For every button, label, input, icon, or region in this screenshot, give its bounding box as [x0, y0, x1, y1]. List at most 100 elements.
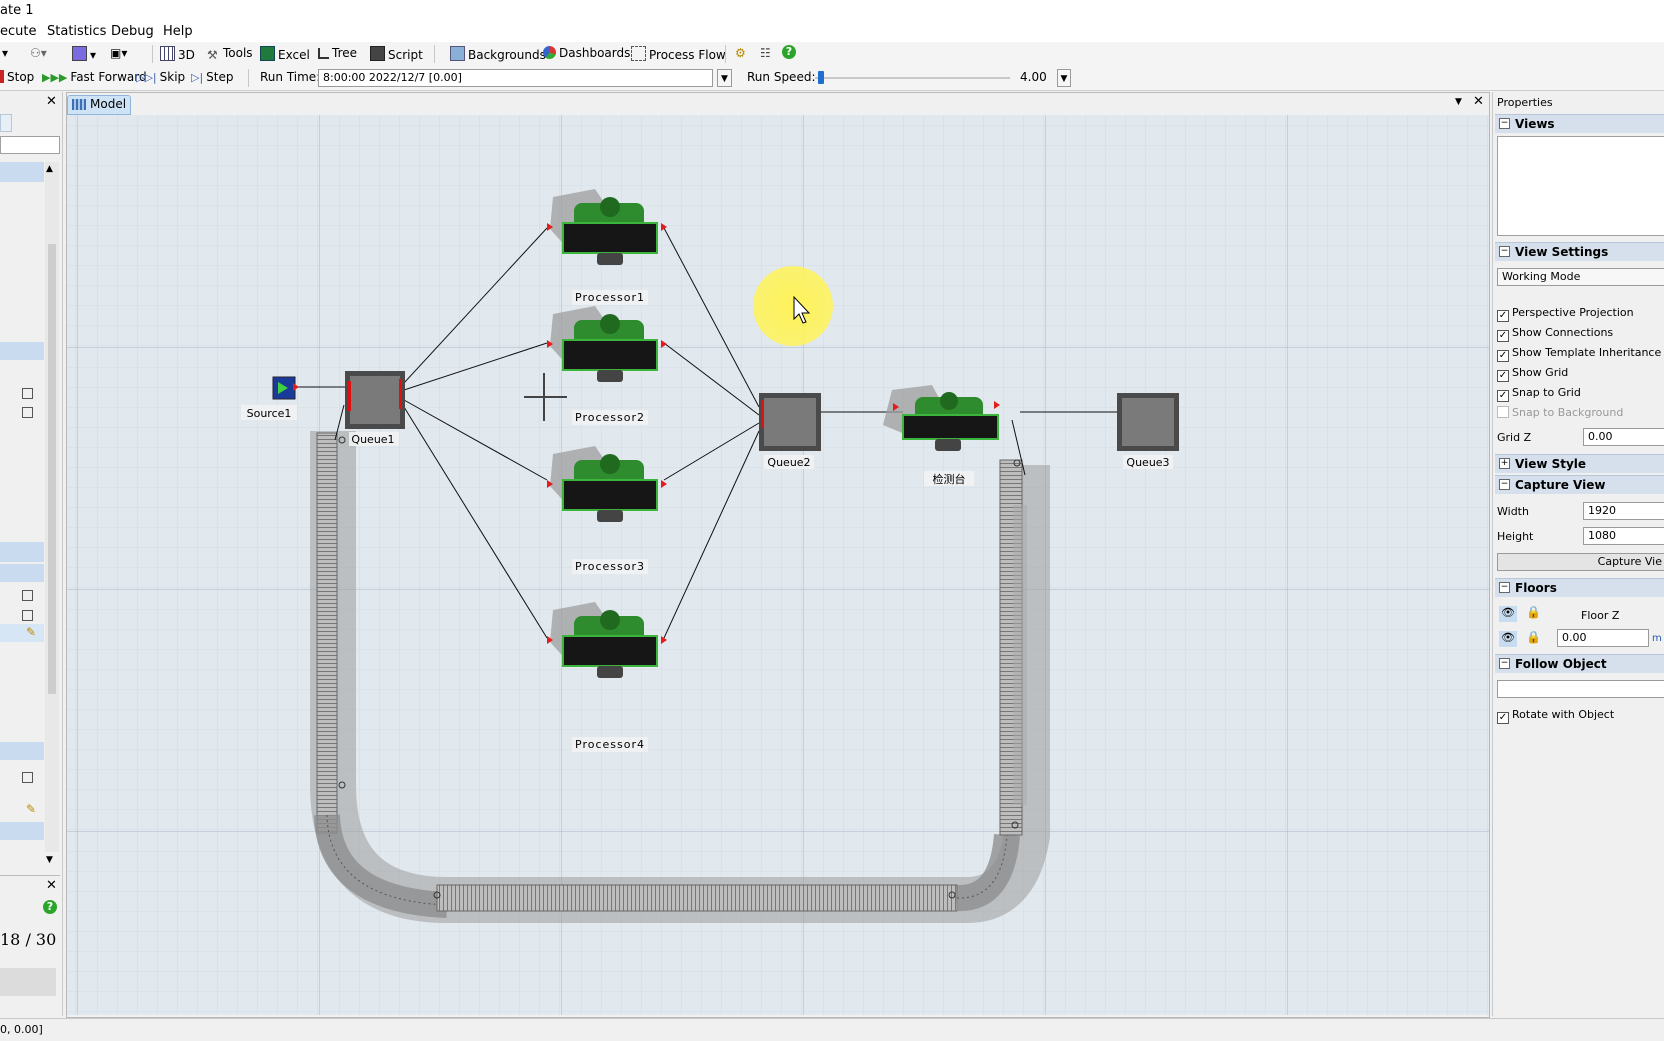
library-tab[interactable] — [0, 114, 12, 132]
library-group-header[interactable] — [0, 162, 44, 182]
views-section-header[interactable]: − Views — [1495, 114, 1664, 133]
hierarchy-icon[interactable]: ☷ — [760, 46, 771, 60]
properties-title: Properties — [1497, 96, 1553, 109]
library-item-icon[interactable] — [22, 407, 33, 418]
close-icon[interactable]: ✕ — [46, 878, 57, 893]
menu-help[interactable]: Help — [163, 24, 193, 39]
tab-dropdown-icon[interactable]: ▼ — [1455, 97, 1462, 107]
view-settings-section-header[interactable]: − View Settings — [1495, 242, 1664, 261]
run-time-field[interactable]: 8:00:00 2022/12/7 [0.00] — [318, 69, 713, 87]
stop-button[interactable]: Stop — [0, 70, 34, 84]
capture-width-input[interactable]: 1920 — [1583, 502, 1664, 520]
grid-z-label: Grid Z — [1497, 431, 1532, 444]
menu-debug[interactable]: Debug — [111, 24, 154, 39]
library-item-icon[interactable] — [22, 610, 33, 621]
floor-z-input[interactable]: 0.00 — [1557, 629, 1649, 647]
scroll-down-icon[interactable]: ▼ — [46, 855, 53, 865]
step-icon: ▷| — [191, 71, 204, 84]
gear-icon[interactable]: ⚙ — [735, 46, 746, 60]
process-flow-icon — [631, 46, 646, 61]
3d-button[interactable]: 3D — [160, 46, 195, 62]
skip-icon: ▷▷| — [136, 71, 157, 84]
library-scrollbar[interactable] — [45, 162, 59, 852]
grid-z-input[interactable]: 0.00 — [1583, 428, 1664, 446]
library-group-header[interactable] — [0, 822, 44, 840]
capture-view-section-header[interactable]: − Capture View — [1495, 475, 1664, 494]
run-speed-slider-thumb[interactable] — [817, 71, 824, 84]
color-picker-icon[interactable]: ▾ — [72, 46, 96, 62]
library-group-header[interactable] — [0, 564, 44, 582]
library-item-icon[interactable] — [22, 590, 33, 601]
excel-icon — [260, 46, 275, 61]
show-grid-checkbox[interactable]: ✓ Show Grid — [1497, 366, 1568, 382]
snap-to-background-checkbox[interactable]: Snap to Background — [1497, 406, 1623, 419]
left-panel: ✕ ✎ ✎ ▲ ▼ ✕ ? 18 / 30 — [0, 92, 63, 1016]
tools-button[interactable]: ⚒ Tools — [207, 46, 253, 62]
run-time-label: Run Time: — [260, 70, 321, 84]
backgrounds-button[interactable]: Backgrounds — [450, 46, 546, 62]
views-list[interactable] — [1497, 136, 1664, 236]
dashboards-button[interactable]: Dashboards — [543, 46, 630, 60]
library-group-header[interactable] — [0, 342, 44, 360]
close-icon[interactable]: ✕ — [46, 94, 57, 109]
processor4-label: Processor4 — [575, 738, 645, 751]
width-label: Width — [1497, 505, 1529, 518]
lock-icon[interactable]: 🔒 — [1526, 630, 1541, 644]
inspection-label: 检测台 — [933, 472, 966, 486]
select-mode-dropdown-icon[interactable]: ▾ — [2, 46, 8, 60]
capture-height-input[interactable]: 1080 — [1583, 527, 1664, 545]
follow-object-input[interactable] — [1497, 680, 1664, 698]
connect-mode-icon[interactable]: ⚇▾ — [30, 46, 47, 60]
help-icon[interactable]: ? — [43, 900, 57, 914]
pencil-icon[interactable]: ✎ — [26, 802, 36, 816]
fast-forward-button[interactable]: ▶▶▶ Fast Forward — [42, 70, 147, 84]
status-bar: 0, 0.00] — [0, 1018, 1664, 1041]
menu-execute[interactable]: ecute — [0, 24, 36, 39]
model-canvas[interactable]: Source1 Queue1 Processor1 Processor2 Proce… — [67, 115, 1489, 1015]
capture-view-button[interactable]: Capture Vie — [1497, 553, 1664, 571]
processor3-label: Processor3 — [575, 560, 645, 573]
queue2-object[interactable]: Queue2 — [759, 393, 821, 469]
excel-button[interactable]: Excel — [260, 46, 310, 62]
library-item-icon[interactable] — [22, 388, 33, 399]
close-icon[interactable]: ✕ — [1473, 94, 1484, 109]
menu-statistics[interactable]: Statistics — [47, 24, 106, 39]
scroll-up-icon[interactable]: ▲ — [46, 164, 53, 174]
queue3-object[interactable]: Queue3 — [1117, 393, 1179, 469]
library-scrollbar-thumb[interactable] — [48, 244, 56, 694]
help-icon[interactable]: ? — [782, 45, 796, 59]
lock-icon[interactable]: 🔒 — [1526, 605, 1541, 619]
show-template-inheritance-checkbox[interactable]: ✓ Show Template Inheritance (T) — [1497, 346, 1664, 362]
pencil-icon[interactable]: ✎ — [26, 625, 36, 639]
eye-icon[interactable]: 👁 — [1499, 631, 1517, 647]
library-item-icon[interactable] — [22, 772, 33, 783]
tab-model[interactable]: Model — [67, 95, 131, 115]
queue1-object[interactable]: Queue1 — [345, 371, 405, 446]
snap-to-grid-checkbox[interactable]: ✓ Snap to Grid — [1497, 386, 1581, 402]
library-group-header[interactable] — [0, 742, 44, 760]
library-item-selected[interactable] — [0, 624, 44, 642]
dashboards-icon — [543, 46, 556, 59]
library-group-header[interactable] — [0, 542, 44, 562]
eye-icon[interactable]: 👁 — [1499, 606, 1517, 622]
floors-section-header[interactable]: − Floors — [1495, 578, 1664, 597]
queue3-label: Queue3 — [1126, 456, 1169, 469]
working-mode-select[interactable]: Working Mode — [1497, 268, 1664, 286]
view-style-section-header[interactable]: + View Style — [1495, 454, 1664, 473]
process-flow-button[interactable]: Process Flow — [631, 46, 726, 62]
step-button[interactable]: ▷| Step — [191, 70, 234, 84]
tree-button[interactable]: Tree — [318, 46, 357, 60]
rotate-with-object-checkbox[interactable]: ✓ Rotate with Object — [1497, 708, 1614, 724]
script-button[interactable]: Script — [370, 46, 423, 62]
run-time-dropdown-icon[interactable]: ▼ — [717, 69, 732, 87]
run-speed-dropdown-icon[interactable]: ▼ — [1057, 69, 1071, 87]
view-options-icon[interactable]: ▣▾ — [110, 46, 127, 60]
perspective-projection-checkbox[interactable]: ✓ Perspective Projection — [1497, 306, 1634, 322]
skip-button[interactable]: ▷▷| Skip — [136, 70, 185, 84]
follow-object-section-header[interactable]: − Follow Object — [1495, 654, 1664, 673]
show-connections-checkbox[interactable]: ✓ Show Connections — [1497, 326, 1613, 342]
run-speed-track[interactable] — [815, 77, 1010, 79]
floor-unit: m — [1652, 633, 1662, 644]
library-search-input[interactable] — [0, 136, 60, 154]
source1-label: Source1 — [247, 407, 292, 420]
